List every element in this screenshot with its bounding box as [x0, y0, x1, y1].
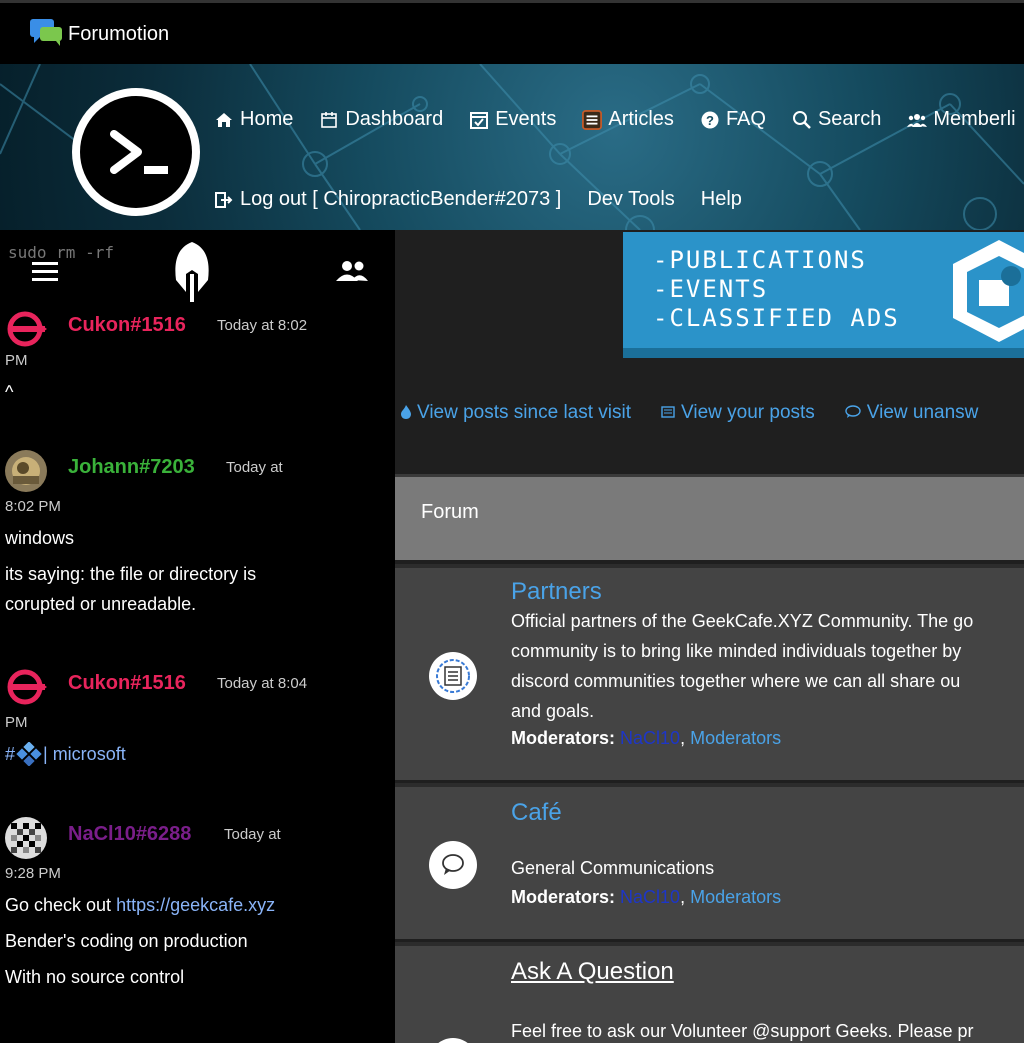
forum-description: Feel free to ask our Volunteer @support …	[511, 1021, 974, 1041]
nav-events[interactable]: Events	[469, 108, 556, 131]
channel-link-microsoft[interactable]: | microsoft	[43, 739, 126, 769]
channel-hash[interactable]: #	[5, 739, 15, 769]
user-avatar[interactable]	[5, 308, 47, 350]
geekcafe-link[interactable]: https://geekcafe.xyz	[116, 895, 275, 915]
message-time: Today at	[226, 459, 283, 476]
message-time: Today at	[224, 826, 281, 843]
main-content: -PUBLICATIONS -EVENTS -CLASSIFIED ADS Vi…	[395, 230, 1024, 1043]
flame-icon	[401, 404, 411, 422]
message-time: Today at 8:04	[217, 675, 308, 692]
search-icon	[792, 110, 812, 130]
forum-description: General Communications	[511, 858, 715, 878]
message-time-cont: PM	[5, 352, 28, 369]
chat-sidebar: sudo rm -rf Cukon#1516 Today at 8:02 PM …	[0, 230, 395, 1043]
message-username[interactable]: Cukon#1516	[68, 672, 186, 695]
user-avatar[interactable]	[5, 817, 47, 859]
forum-category-header: Forum	[395, 474, 1024, 560]
forum-row-cafe: Café General Communications Moderators: …	[395, 783, 1024, 939]
message-text: # | microsoft	[5, 739, 385, 769]
nav-articles[interactable]: Articles	[582, 108, 674, 131]
home-icon	[214, 110, 234, 130]
nav-logout[interactable]: Log out [ ChiropracticBender#2073 ]	[214, 188, 561, 211]
calendar-icon	[319, 110, 339, 130]
view-your-posts-link[interactable]: View your posts	[661, 402, 815, 424]
menu-icon[interactable]	[32, 262, 58, 282]
calendar-check-icon	[469, 110, 489, 130]
brand-name[interactable]: Forumotion	[68, 23, 169, 46]
nav-help[interactable]: Help	[701, 188, 742, 211]
forum-title[interactable]: Ask A Question	[511, 958, 674, 986]
user-avatar[interactable]	[5, 666, 47, 708]
banner-hexagon-icon	[953, 240, 1024, 342]
message-text: With no source control	[5, 967, 185, 987]
message-username[interactable]: Cukon#1516	[68, 314, 186, 337]
nav-search[interactable]: Search	[792, 108, 881, 131]
forum-description: Official partners of the GeekCafe.XYZ Co…	[511, 611, 974, 721]
message-text: windows	[5, 528, 75, 548]
message-username[interactable]: NaCl10#6288	[68, 823, 191, 846]
user-avatar[interactable]	[5, 450, 47, 492]
message-username[interactable]: Johann#7203	[68, 456, 195, 479]
forum-icon	[429, 652, 477, 700]
nav-home[interactable]: Home	[214, 108, 293, 131]
nav-memberlist[interactable]: Memberli	[907, 108, 1016, 131]
message-time: Today at 8:02	[217, 317, 308, 334]
message-time-cont: 8:02 PM	[5, 498, 61, 515]
moderators-group-link[interactable]: Moderators	[690, 728, 781, 748]
view-posts-since-last-visit-link[interactable]: View posts since last visit	[401, 402, 631, 424]
svg-text:?: ?	[706, 113, 714, 128]
chat-header: sudo rm -rf	[0, 230, 395, 302]
message-text: its saying: the file or directory is	[5, 564, 257, 584]
speech-bubble-icon	[442, 854, 464, 875]
forum-moderators: Moderators: NaCl10, Moderators	[511, 887, 782, 907]
forum-row-ask-a-question: Ask A Question Feel free to ask our Volu…	[395, 942, 1024, 1043]
message-text: ^	[5, 382, 14, 402]
message-text: Go check out https://geekcafe.xyz	[5, 895, 276, 915]
channel-icon	[16, 742, 42, 766]
secondary-nav: Log out [ ChiropracticBender#2073 ] Dev …	[214, 188, 768, 211]
chat-header-text: sudo rm -rf	[8, 243, 114, 262]
spartan-helmet-icon	[175, 242, 209, 302]
document-icon	[436, 659, 470, 693]
forum-moderators: Moderators: NaCl10, Moderators	[511, 728, 782, 748]
nav-dashboard[interactable]: Dashboard	[319, 108, 443, 131]
site-logo[interactable]	[72, 88, 200, 216]
moderators-group-link[interactable]: Moderators	[690, 887, 781, 907]
help-icon: ?	[700, 110, 720, 130]
terminal-prompt-icon	[110, 130, 142, 174]
forum-header-title: Forum	[421, 501, 479, 523]
quick-links: View posts since last visit View your po…	[401, 402, 1008, 424]
forum-title[interactable]: Café	[511, 799, 562, 827]
nav-dev-tools[interactable]: Dev Tools	[587, 188, 674, 211]
top-bar: Forumotion	[0, 0, 1024, 64]
members-icon	[907, 110, 928, 130]
logout-icon	[214, 190, 234, 210]
site-header: Home Dashboard Events Articles ? FAQ Sea…	[0, 64, 1024, 230]
banner-line: -CLASSIFIED ADS	[653, 304, 900, 332]
posts-icon	[661, 405, 675, 421]
forum-title[interactable]: Partners	[511, 578, 602, 606]
forum-icon	[429, 841, 477, 889]
moderator-link[interactable]: NaCl10	[620, 887, 680, 907]
message-time-cont: PM	[5, 714, 28, 731]
forum-icon	[429, 1038, 477, 1043]
moderator-link[interactable]: NaCl10	[620, 728, 680, 748]
nav-faq[interactable]: ? FAQ	[700, 108, 766, 131]
message-time-cont: 9:28 PM	[5, 865, 61, 882]
articles-icon	[582, 109, 603, 130]
view-unanswered-link[interactable]: View unansw	[845, 402, 978, 424]
message-text: corupted or unreadable.	[5, 594, 197, 614]
forumotion-logo-icon[interactable]	[30, 19, 62, 47]
forum-row-partners: Partners Official partners of the GeekCa…	[395, 564, 1024, 780]
main-nav: Home Dashboard Events Articles ? FAQ Sea…	[214, 108, 1024, 131]
speech-icon	[845, 404, 861, 422]
banner-line: -EVENTS	[653, 275, 769, 303]
message-text: Bender's coding on production	[5, 931, 248, 951]
banner-line: -PUBLICATIONS	[653, 246, 867, 274]
online-users-icon[interactable]	[335, 260, 369, 282]
promo-banner[interactable]: -PUBLICATIONS -EVENTS -CLASSIFIED ADS	[623, 232, 1024, 358]
